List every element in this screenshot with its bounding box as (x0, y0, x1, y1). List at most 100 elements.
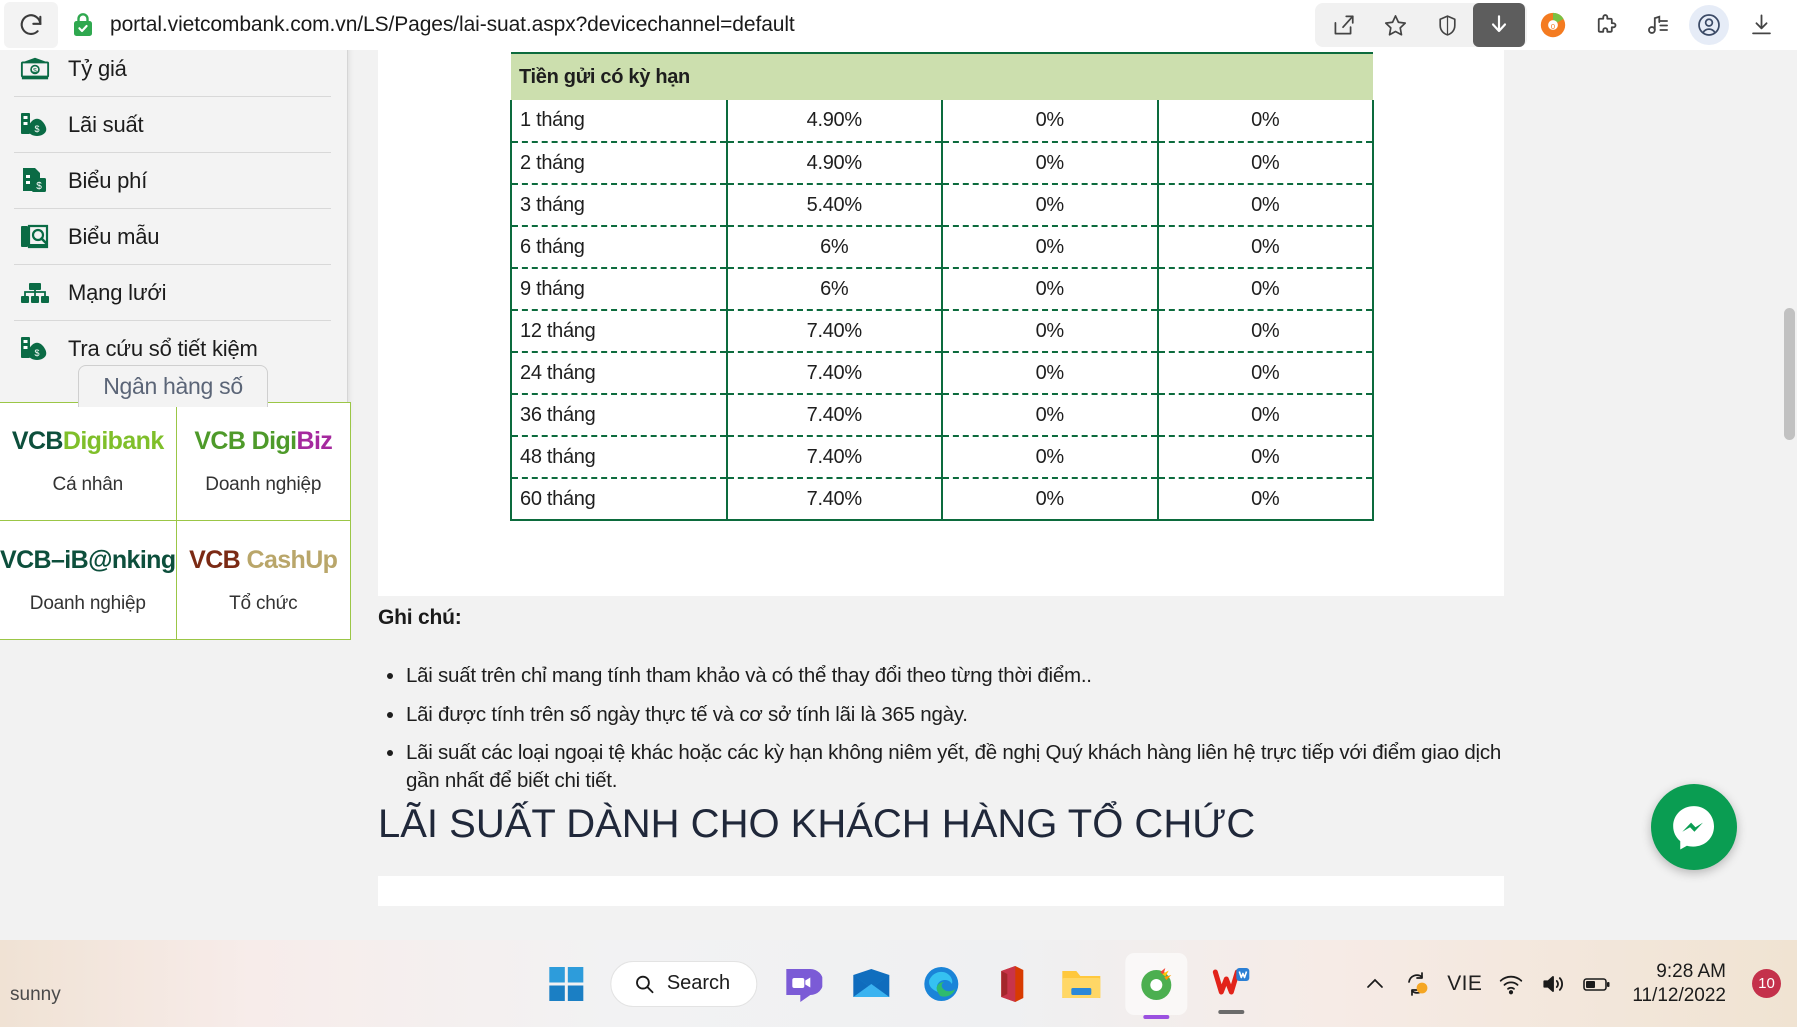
rate-term: 12 tháng (510, 310, 727, 353)
sidebar-item-mang-luoi[interactable]: Mạng lưới (14, 265, 331, 321)
rate-vnd: 6% (725, 268, 942, 311)
taskbar-app-explorer[interactable] (1055, 958, 1107, 1010)
tab-ngan-hang-so[interactable]: Ngân hàng số (78, 365, 268, 407)
rate-term: 3 tháng (510, 184, 727, 227)
reload-button[interactable] (4, 2, 58, 48)
table-row: 12 tháng 7.40% 0% 0% (510, 310, 1374, 353)
rate-usd: 0% (941, 142, 1158, 185)
taskbar-app-mail[interactable] (845, 958, 897, 1010)
table-row: 9 tháng 6% 0% 0% (510, 268, 1374, 311)
chevron-up-icon[interactable] (1363, 972, 1387, 996)
rate-vnd: 7.40% (725, 352, 942, 395)
volume-icon[interactable] (1540, 971, 1566, 997)
download-tray-icon[interactable] (1735, 3, 1787, 47)
table-row: 24 tháng 7.40% 0% 0% (510, 352, 1374, 395)
taskbar-app-wps[interactable] (1205, 958, 1257, 1014)
shield-icon[interactable] (1421, 3, 1473, 47)
rate-eur: 0% (1156, 310, 1374, 353)
download-icon[interactable] (1473, 3, 1525, 47)
logo-part-a: VCB Digi (194, 427, 297, 455)
logo-part-b: Biz (296, 427, 333, 455)
rate-term: 36 tháng (510, 394, 727, 437)
taskbar-clock[interactable]: 9:28 AM 11/12/2022 (1632, 960, 1726, 1008)
digital-banking-panel: VCBDigibank Cá nhân VCB DigiBiz Doanh ng… (0, 402, 351, 640)
rate-usd: 0% (941, 184, 1158, 227)
interest-rate-icon: $ (20, 110, 50, 140)
sidebar-item-label: Lãi suất (68, 111, 144, 137)
digital-banking-card-digibiz[interactable]: VCB DigiBiz Doanh nghiệp (176, 403, 350, 521)
star-icon[interactable] (1369, 3, 1421, 47)
fee-schedule-icon: $ (20, 166, 50, 196)
collections-icon[interactable] (1631, 3, 1683, 47)
digital-banking-card-cashup[interactable]: VCB CashUp Tổ chức (177, 521, 350, 639)
savings-book-icon: $ (20, 334, 50, 364)
share-icon[interactable] (1317, 3, 1369, 47)
notification-badge[interactable]: 10 (1752, 969, 1781, 998)
sync-icon[interactable] (1403, 970, 1431, 998)
rate-vnd: 4.90% (725, 142, 942, 185)
table-row: 2 tháng 4.90% 0% 0% (510, 142, 1374, 185)
taskbar-search-label: Search (666, 972, 731, 994)
wifi-icon[interactable] (1498, 971, 1524, 997)
logo-part-a: VCB (189, 545, 241, 574)
windows-taskbar: sunny Search VIE 9:28 AM 11/12/2022 10 (0, 940, 1797, 1027)
table-row: 60 tháng 7.40% 0% 0% (510, 478, 1374, 521)
rate-usd: 0% (941, 394, 1158, 437)
table-row: 6 tháng 6% 0% 0% (510, 226, 1374, 269)
teams-icon (786, 968, 823, 1002)
digital-banking-card-digibank[interactable]: VCBDigibank Cá nhân (0, 403, 177, 521)
network-icon (20, 278, 50, 308)
main-content: Tiền gửi có kỳ hạn 1 tháng 4.90% 0% 0% 2… (378, 50, 1508, 940)
language-indicator[interactable]: VIE (1447, 972, 1482, 996)
taskbar-app-coccoc[interactable] (1125, 952, 1188, 1019)
lock-icon (68, 10, 98, 40)
battery-icon[interactable] (1582, 971, 1612, 997)
sidebar-item-ty-gia[interactable]: $ Tỷ giá (14, 50, 331, 97)
sidebar-item-bieu-mau[interactable]: Biểu mẫu (14, 209, 331, 265)
page-scrollbar[interactable] (1781, 50, 1797, 940)
profile-icon[interactable] (1689, 5, 1729, 45)
taskbar-app-teams[interactable] (775, 958, 827, 1010)
browser-action-group (1315, 3, 1527, 47)
messenger-chat-button[interactable] (1651, 784, 1737, 870)
coccoc-icon[interactable]: 0 (1527, 3, 1579, 47)
sidebar-item-lai-suat[interactable]: $ Lãi suất (14, 97, 331, 153)
taskbar-search[interactable]: Search (609, 960, 758, 1007)
digital-banking-card-ibanking[interactable]: VCB–iB@nking Doanh nghiệp (0, 521, 177, 639)
rate-usd: 0% (941, 478, 1158, 521)
rate-vnd: 7.40% (725, 436, 942, 479)
exchange-rate-icon: $ (20, 54, 50, 84)
logo-part-b: Digibank (62, 427, 164, 455)
page-title: LÃI SUẤT DÀNH CHO KHÁCH HÀNG TỔ CHỨC (378, 802, 1256, 846)
rates-table-card: Tiền gửi có kỳ hạn 1 tháng 4.90% 0% 0% 2… (378, 50, 1504, 596)
address-bar[interactable]: portal.vietcombank.com.vn/LS/Pages/lai-s… (68, 3, 1309, 47)
start-button[interactable] (540, 958, 592, 1010)
page-viewport: $ Tỷ giá $ Lãi suất $ Biểu phí Biểu mẫu … (0, 50, 1797, 940)
svg-text:$: $ (34, 124, 39, 134)
digital-banking-card-sub: Doanh nghiệp (205, 474, 322, 495)
rate-term: 1 tháng (510, 100, 727, 143)
sidebar-item-label: Tra cứu sổ tiết kiệm (68, 336, 258, 361)
sidebar-item-label: Biểu phí (68, 167, 148, 193)
browser-extension-group: 0 (1527, 3, 1797, 47)
rate-vnd: 7.40% (725, 394, 942, 437)
rate-eur: 0% (1156, 436, 1374, 479)
rate-vnd: 4.90% (725, 100, 942, 143)
coccoc-icon (1141, 967, 1172, 1000)
list-item: Lãi suất các loại ngoại tệ khác hoặc các… (406, 739, 1504, 794)
svg-text:$: $ (33, 67, 37, 74)
sidebar-item-bieu-phi[interactable]: $ Biểu phí (14, 153, 331, 209)
rate-vnd: 7.40% (725, 310, 942, 353)
rate-term: 48 tháng (510, 436, 727, 479)
forms-icon (20, 222, 50, 252)
rate-vnd: 6% (725, 226, 942, 269)
scrollbar-thumb[interactable] (1784, 308, 1795, 440)
puzzle-icon[interactable] (1579, 3, 1631, 47)
rate-eur: 0% (1156, 352, 1374, 395)
rates-group-header-row: Tiền gửi có kỳ hạn (511, 52, 1373, 100)
clock-time: 9:28 AM (1656, 960, 1726, 982)
taskbar-app-office[interactable] (985, 958, 1037, 1010)
rate-usd: 0% (941, 436, 1158, 479)
list-item: Lãi được tính trên số ngày thực tế và cơ… (406, 701, 1504, 729)
taskbar-app-edge[interactable] (915, 958, 967, 1010)
